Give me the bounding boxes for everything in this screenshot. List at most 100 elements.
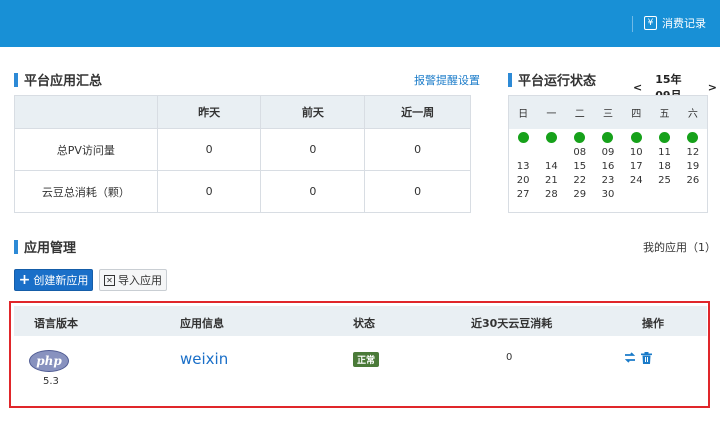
my-apps-count: 我的应用（1）: [643, 241, 716, 254]
col-status: 状态: [353, 317, 375, 330]
apps-title-text: 应用管理: [24, 241, 77, 256]
calendar-day: 11: [658, 146, 671, 158]
calendar-day: 14: [545, 160, 558, 172]
col-actions: 操作: [642, 317, 664, 330]
calendar-day: 21: [545, 174, 558, 186]
title-accent-bar: [14, 239, 18, 254]
status-ok-dot: [602, 132, 614, 143]
app-cost: 0: [506, 352, 513, 363]
status-ok-dot: [687, 132, 699, 143]
status-ok-dot: [545, 132, 557, 143]
calendar-day: 15: [573, 160, 587, 172]
calendar-day: 13: [516, 160, 530, 172]
summary-col-day-before: 前天: [260, 95, 366, 129]
calendar-day: 18: [658, 160, 671, 172]
weekday: 四: [631, 109, 642, 120]
summary-table: 昨天 前天 近一周 总PV访问量 0 0 0 云豆总消耗（颗） 0 0 0: [14, 95, 471, 213]
calendar-cell: [650, 132, 678, 146]
table-row: 总PV访问量 0 0 0: [14, 128, 471, 171]
calendar-week-row: 08 09 10 11 12: [509, 145, 707, 159]
calendar-week-row: 20 21 22 23 24 25 26: [509, 173, 707, 187]
status-ok-dot: [574, 132, 586, 143]
calendar-day: 26: [686, 174, 700, 186]
row-label-pv: 总PV访问量: [14, 128, 158, 171]
calendar-week-row: 27 28 29 30: [509, 187, 707, 201]
weekday: 五: [659, 109, 670, 120]
platform-status-title-text: 平台运行状态: [518, 74, 597, 89]
status-badge: 正常: [353, 352, 380, 367]
calendar-cell: [509, 132, 537, 146]
row-label-beans: 云豆总消耗（颗）: [14, 170, 158, 213]
top-bar: ¥ 消费记录: [0, 0, 720, 47]
calendar-day: 12: [686, 146, 700, 158]
summary-col-yesterday: 昨天: [156, 95, 262, 129]
table-row: 云豆总消耗（颗） 0 0 0: [14, 170, 471, 213]
calendar-cell: [594, 132, 622, 146]
table-cell: 0: [364, 128, 471, 171]
calendar-week-row: 13 14 15 16 17 18 19: [509, 159, 707, 173]
plus-icon: +: [18, 272, 31, 288]
status-ok-dot: [517, 132, 529, 143]
php-logo: php: [29, 350, 69, 372]
col-cost: 近30天云豆消耗: [471, 317, 553, 330]
calendar-day: 19: [686, 160, 700, 172]
app-name-link[interactable]: weixin: [180, 350, 228, 368]
calendar-day: 23: [601, 174, 615, 186]
summary-header-row: 昨天 前天 近一周: [14, 95, 471, 129]
apps-table-header: 语言版本 应用信息 状态 近30天云豆消耗 操作: [14, 306, 707, 336]
calendar-day: 24: [629, 174, 643, 186]
calendar-cell: [679, 132, 707, 146]
calendar-day: 25: [658, 174, 671, 186]
calendar-day: 30: [601, 188, 615, 200]
calendar-body: 08 09 10 11 12 13 14 15 16 17 18 19 20 21 22 23 24 25 26 27…: [509, 132, 707, 201]
import-app-label: 导入应用: [118, 274, 162, 287]
calendar-cell: [566, 132, 594, 146]
col-app-info: 应用信息: [180, 317, 224, 330]
title-accent-bar: [508, 72, 512, 87]
calendar-day: 20: [516, 174, 530, 186]
trash-icon[interactable]: [641, 352, 652, 367]
weekday: 日: [518, 109, 529, 120]
calendar-cell: [537, 132, 565, 146]
prev-month-button[interactable]: <: [630, 81, 645, 94]
calendar-day: 29: [573, 188, 587, 200]
table-cell: 0: [260, 170, 366, 213]
weekday: 六: [687, 109, 698, 120]
platform-status-title: 平台运行状态: [508, 70, 596, 89]
topbar-divider: [632, 16, 633, 32]
alert-settings-link[interactable]: 报警提醒设置: [414, 72, 480, 88]
summary-col-blank: [14, 95, 158, 129]
status-ok-dot: [659, 132, 671, 143]
apps-title: 应用管理: [14, 237, 76, 256]
calendar-day: 27: [516, 188, 530, 200]
calendar-day: 08: [573, 146, 587, 158]
table-cell: 0: [156, 170, 262, 213]
import-app-button[interactable]: ✕ 导入应用: [99, 269, 167, 291]
consume-record-label: 消费记录: [662, 17, 706, 30]
php-version: 5.3: [43, 376, 59, 387]
next-month-button[interactable]: >: [705, 81, 720, 94]
calendar-day: 22: [573, 174, 587, 186]
calendar-day: 16: [601, 160, 615, 172]
summary-title-text: 平台应用汇总: [24, 74, 103, 89]
summary-title: 平台应用汇总: [14, 70, 102, 89]
create-app-label: 创建新应用: [33, 274, 89, 287]
calendar-weekday-row: 日 一 二 三 四 五 六: [509, 96, 707, 129]
calendar-day: 10: [629, 146, 643, 158]
calendar-day: 28: [545, 188, 558, 200]
table-cell: 0: [156, 128, 262, 171]
weekday: 二: [574, 109, 585, 120]
title-accent-bar: [14, 72, 18, 87]
create-app-button[interactable]: + 创建新应用: [14, 269, 93, 291]
calendar-status-row: [509, 132, 707, 146]
switch-icon[interactable]: [624, 352, 636, 366]
status-ok-dot: [630, 132, 642, 143]
table-cell: 0: [364, 170, 471, 213]
weekday: 三: [602, 109, 613, 120]
calendar-cell: [622, 132, 650, 146]
yen-icon: ¥: [644, 16, 657, 30]
import-icon: ✕: [104, 274, 115, 286]
consume-record-link[interactable]: ¥ 消费记录: [644, 15, 706, 31]
weekday: 一: [546, 109, 557, 120]
status-calendar: 日 一 二 三 四 五 六 08 09 10 11 12 13 14 15 16 17 18 19 20…: [508, 95, 708, 213]
